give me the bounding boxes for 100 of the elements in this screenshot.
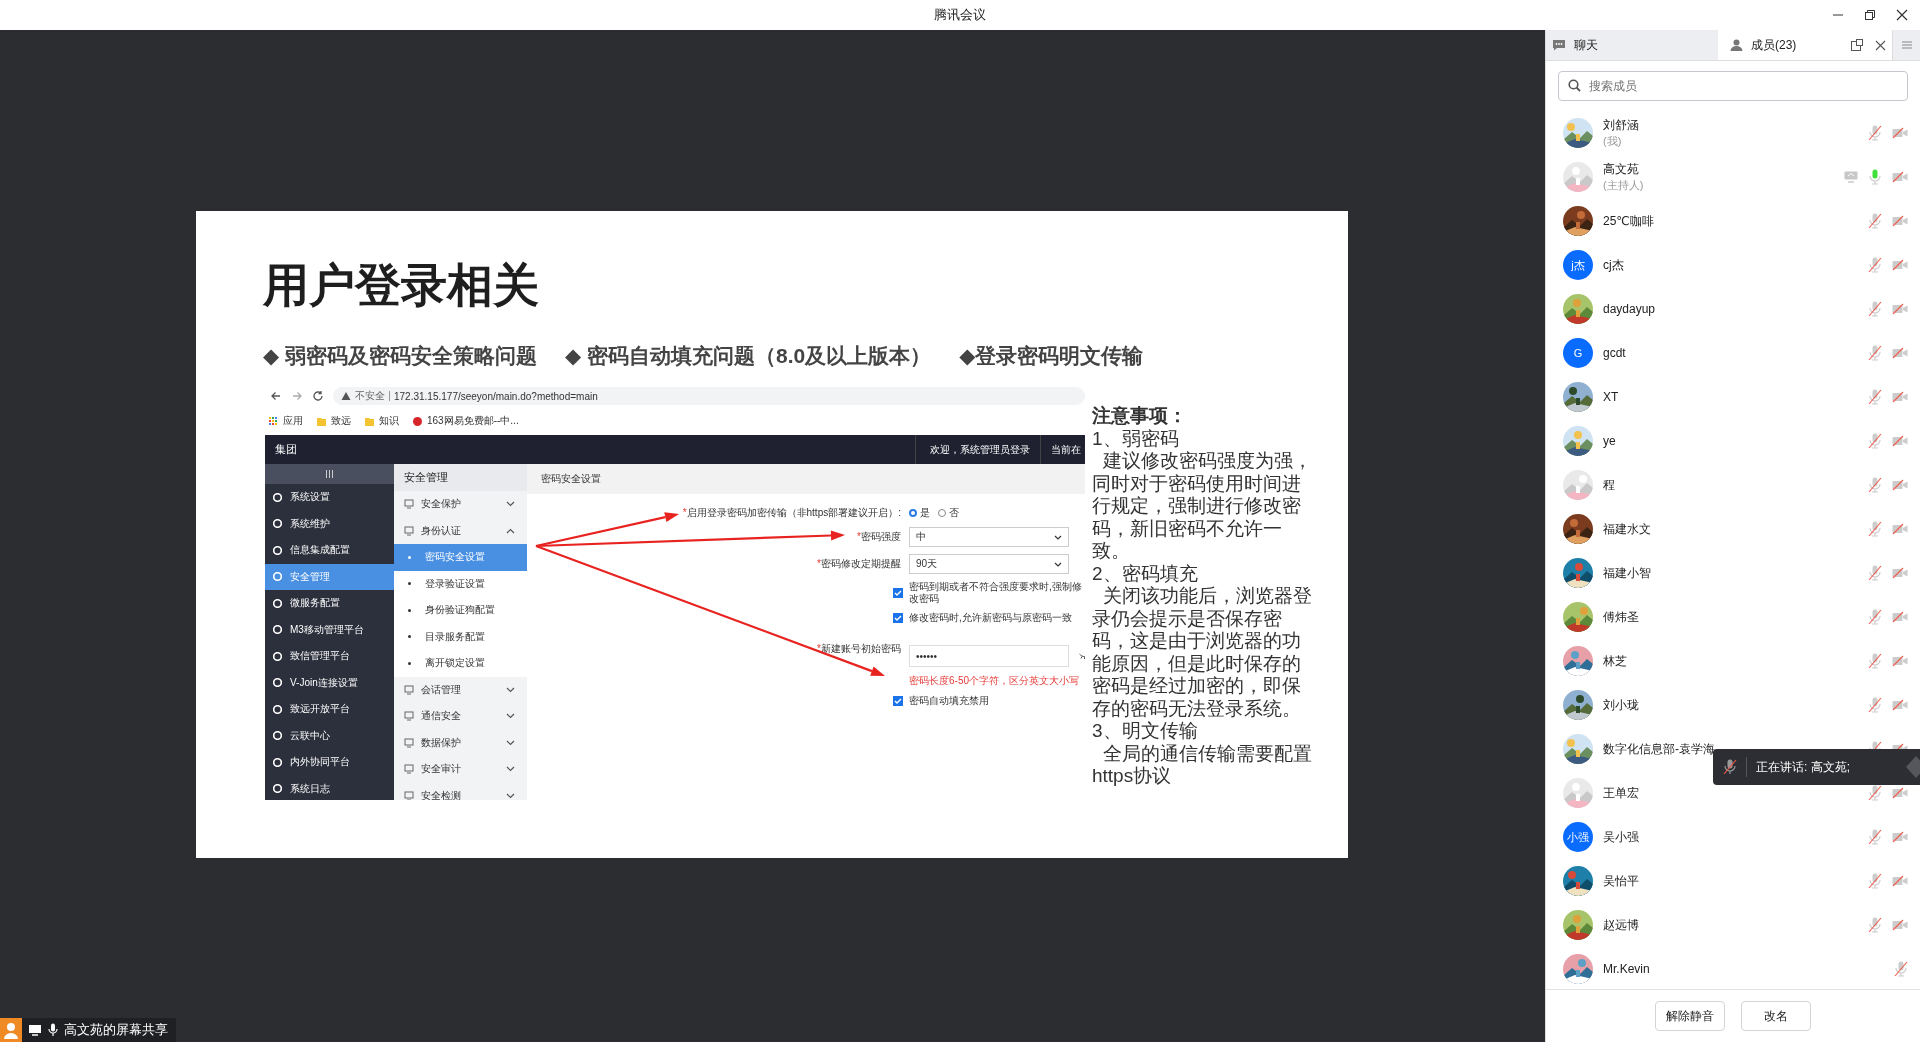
camera-off-icon[interactable]: [1892, 919, 1908, 931]
nav-item[interactable]: V-Join连接设置: [265, 669, 394, 696]
camera-off-icon[interactable]: [1892, 303, 1908, 315]
share-label: 高文苑的屏幕共享: [64, 1021, 168, 1039]
camera-off-icon[interactable]: [1892, 567, 1908, 579]
camera-off-icon[interactable]: [1892, 479, 1908, 491]
nav-item[interactable]: 内外协同平台: [265, 749, 394, 776]
microphone-muted-icon[interactable]: [1868, 609, 1882, 625]
microphone-muted-icon[interactable]: [1868, 565, 1882, 581]
dropdown[interactable]: 中: [909, 527, 1069, 547]
menu-group[interactable]: 会话管理: [394, 676, 527, 703]
camera-off-icon[interactable]: [1892, 171, 1908, 183]
microphone-muted-icon[interactable]: [1868, 345, 1882, 361]
menu-group[interactable]: 通信安全: [394, 703, 527, 730]
member-row[interactable]: 小强 吴小强: [1546, 815, 1920, 859]
menu-group[interactable]: 身份认证: [394, 517, 527, 544]
nav-item[interactable]: 微服务配置: [265, 590, 394, 617]
tooltip-text: 正在讲话: 高文苑;: [1756, 758, 1851, 776]
camera-off-icon[interactable]: [1892, 435, 1908, 447]
microphone-muted-icon[interactable]: [1868, 477, 1882, 493]
member-row[interactable]: j杰 cj杰: [1546, 243, 1920, 287]
nav-item[interactable]: 系统设置: [265, 484, 394, 511]
microphone-muted-icon[interactable]: [1868, 917, 1882, 933]
microphone-muted-icon[interactable]: [1868, 389, 1882, 405]
password-field[interactable]: ••••••: [909, 645, 1069, 667]
microphone-muted-icon[interactable]: [1868, 213, 1882, 229]
microphone-muted-icon[interactable]: [1894, 961, 1908, 977]
nav-item[interactable]: 致信管理平台: [265, 643, 394, 670]
footer-button[interactable]: 解除静音: [1655, 1001, 1725, 1031]
tab[interactable]: 聊天: [1546, 30, 1718, 60]
camera-off-icon[interactable]: [1892, 699, 1908, 711]
checkbox[interactable]: [893, 696, 903, 706]
camera-off-icon[interactable]: [1892, 215, 1908, 227]
microphone-muted-icon[interactable]: [1868, 829, 1882, 845]
collapse-handle[interactable]: [265, 464, 394, 484]
nav-item[interactable]: 系统维护: [265, 510, 394, 537]
member-row[interactable]: Mr.Kevin: [1546, 947, 1920, 991]
member-row[interactable]: 刘小珑: [1546, 683, 1920, 727]
microphone-icon[interactable]: [1868, 169, 1882, 185]
member-row[interactable]: 林芝: [1546, 639, 1920, 683]
microphone-muted-icon[interactable]: [1868, 301, 1882, 317]
member-row[interactable]: 福建水文: [1546, 507, 1920, 551]
monitor-icon: [404, 764, 414, 775]
camera-off-icon[interactable]: [1892, 127, 1908, 139]
member-row[interactable]: 赵远博: [1546, 903, 1920, 947]
nav-item[interactable]: 云联中心: [265, 722, 394, 749]
menu-item[interactable]: 身份验证狗配置: [394, 597, 527, 624]
note-text: 全局的通信传输需要配置https协议: [1092, 742, 1314, 788]
nav-item[interactable]: M3移动管理平台: [265, 616, 394, 643]
bullet-text: ◆ 密码自动填充问题（8.0及以上版本）: [565, 343, 932, 369]
camera-off-icon[interactable]: [1892, 347, 1908, 359]
microphone-muted-icon[interactable]: [1868, 521, 1882, 537]
camera-off-icon[interactable]: [1892, 611, 1908, 623]
microphone-muted-icon[interactable]: [1868, 257, 1882, 273]
member-row[interactable]: G gcdt: [1546, 331, 1920, 375]
nav-item[interactable]: 系统日志: [265, 775, 394, 800]
menu-group[interactable]: 安全保护: [394, 491, 527, 518]
header-text: 当前在: [1050, 442, 1082, 457]
camera-off-icon[interactable]: [1892, 259, 1908, 271]
camera-off-icon[interactable]: [1892, 523, 1908, 535]
microphone-muted-icon[interactable]: [1868, 433, 1882, 449]
camera-off-icon[interactable]: [1892, 655, 1908, 667]
dropdown[interactable]: 90天: [909, 554, 1069, 574]
microphone-muted-icon[interactable]: [1868, 873, 1882, 889]
bookmark-label: 致远: [331, 414, 351, 428]
menu-group[interactable]: 安全审计: [394, 756, 527, 783]
member-row[interactable]: daydayup: [1546, 287, 1920, 331]
window-title: 腾讯会议: [934, 6, 986, 24]
dot-icon: [408, 608, 411, 612]
member-row[interactable]: 25℃咖啡: [1546, 199, 1920, 243]
member-row[interactable]: 高文苑 (主持人): [1546, 155, 1920, 199]
nav-item[interactable]: 致远开放平台: [265, 696, 394, 723]
nav-item[interactable]: 信息集成配置: [265, 537, 394, 564]
microphone-muted-icon[interactable]: [1868, 697, 1882, 713]
footer-button[interactable]: 改名: [1741, 1001, 1811, 1031]
forward-arrow-icon: [291, 390, 303, 402]
member-row[interactable]: 吴怡平: [1546, 859, 1920, 903]
menu-group[interactable]: 安全检测: [394, 782, 527, 800]
member-row[interactable]: 程: [1546, 463, 1920, 507]
member-row[interactable]: 刘舒涵 (我): [1546, 111, 1920, 155]
member-row[interactable]: 福建小智: [1546, 551, 1920, 595]
camera-off-icon[interactable]: [1892, 831, 1908, 843]
search-field[interactable]: 搜索成员: [1558, 71, 1908, 101]
camera-off-icon[interactable]: [1892, 391, 1908, 403]
menu-item[interactable]: 离开锁定设置: [394, 650, 527, 677]
checkbox[interactable]: [893, 588, 903, 598]
microphone-muted-icon[interactable]: [1868, 653, 1882, 669]
menu-group[interactable]: 数据保护: [394, 729, 527, 756]
checkbox-label: 修改密码时,允许新密码与原密码一致: [909, 612, 1072, 624]
checkbox[interactable]: [893, 613, 903, 623]
radio-button[interactable]: [909, 509, 917, 517]
camera-off-icon[interactable]: [1892, 787, 1908, 799]
member-row[interactable]: ye: [1546, 419, 1920, 463]
member-row[interactable]: 傅炜圣: [1546, 595, 1920, 639]
restore-icon: [1864, 9, 1876, 21]
menu-item[interactable]: 目录服务配置: [394, 623, 527, 650]
camera-off-icon[interactable]: [1892, 875, 1908, 887]
microphone-muted-icon[interactable]: [1868, 125, 1882, 141]
member-row[interactable]: XT: [1546, 375, 1920, 419]
menu-item[interactable]: 登录验证设置: [394, 570, 527, 597]
